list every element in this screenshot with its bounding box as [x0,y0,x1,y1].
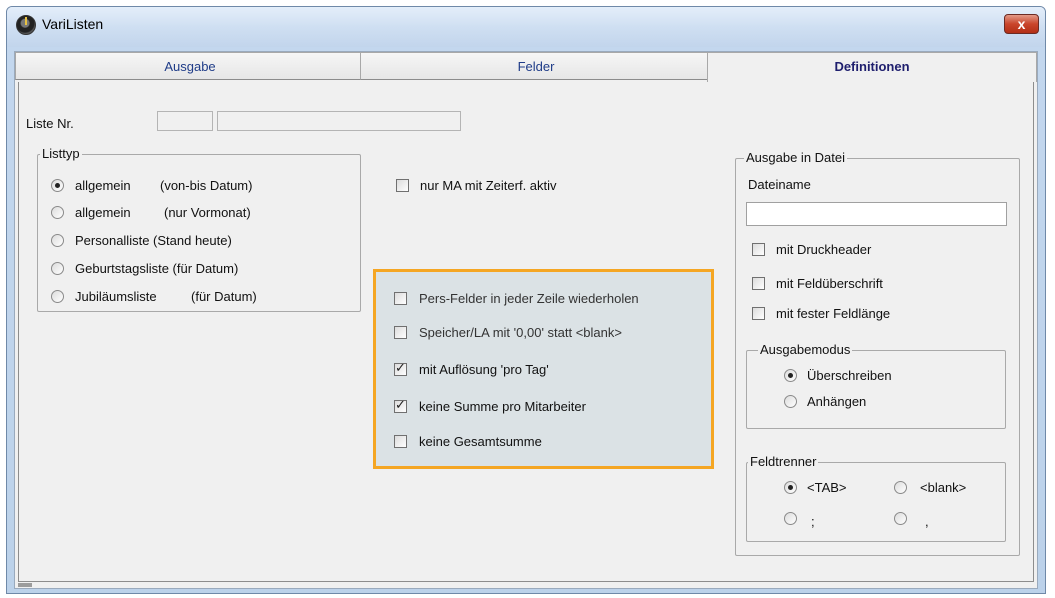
window-title: VariListen [42,16,104,32]
listtyp-radio-geburtstagsliste[interactable] [51,262,64,275]
keine-gesamtsumme-checkbox[interactable] [394,435,407,448]
listtyp-option-label: allgemein [75,205,131,220]
pers-felder-checkbox[interactable] [394,292,407,305]
close-button[interactable]: x [1004,14,1039,34]
druckheader-checkbox[interactable] [752,243,765,256]
feldtrenner-radio-comma[interactable] [894,512,907,525]
feldueberschrift-label: mit Feldüberschrift [776,276,883,291]
feldtrenner-radio-tab[interactable] [784,481,797,494]
listtyp-radio-allgemein-von-bis[interactable] [51,179,64,192]
feste-feldlaenge-label: mit fester Feldlänge [776,306,891,321]
ausgabemodus-option-label: Überschreiben [807,368,892,383]
listtyp-option-label: Geburtstagsliste (für Datum) [75,261,239,276]
option-label: Pers-Felder in jeder Zeile wiederholen [419,291,639,306]
tab-ausgabe[interactable]: Ausgabe [15,52,365,80]
nur-ma-label: nur MA mit Zeiterf. aktiv [420,178,557,193]
liste-nr-label: Liste Nr. [26,116,74,131]
listtyp-option-label: Jubiläumsliste [75,289,157,304]
listtyp-option-hint: (für Datum) [191,289,257,304]
close-icon: x [1017,16,1026,32]
ausgabemodus-legend: Ausgabemodus [758,342,853,357]
title-bar[interactable] [7,7,1045,47]
listtyp-radio-personalliste[interactable] [51,234,64,247]
feldtrenner-group [746,462,1006,542]
listtyp-option-label: allgemein [75,178,131,193]
feldtrenner-radio-semicolon[interactable] [784,512,797,525]
feldueberschrift-checkbox[interactable] [752,277,765,290]
ausgabemodus-radio-anhaengen[interactable] [784,395,797,408]
keine-summe-pro-ma-checkbox[interactable] [394,398,407,413]
listtyp-option-hint: (nur Vormonat) [164,205,251,220]
dateiname-label: Dateiname [748,177,811,192]
feldtrenner-option-label: <TAB> [807,480,847,495]
listtyp-radio-allgemein-vormonat[interactable] [51,206,64,219]
listtyp-legend: Listtyp [40,146,82,161]
druckheader-label: mit Druckheader [776,242,872,257]
tab-bar: Ausgabe Felder Definitionen [15,52,1037,82]
feldtrenner-option-label: ; [811,514,815,529]
aufloesung-pro-tag-checkbox[interactable] [394,361,407,376]
feste-feldlaenge-checkbox[interactable] [752,307,765,320]
option-label: Speicher/LA mit '0,00' statt <blank> [419,325,622,340]
nur-ma-checkbox[interactable] [396,179,409,192]
listtyp-option-hint: (von-bis Datum) [160,178,253,193]
dateiname-input[interactable] [746,202,1007,226]
feldtrenner-legend: Feldtrenner [748,454,819,469]
liste-name-field[interactable] [217,111,461,131]
speicher-la-checkbox[interactable] [394,326,407,339]
feldtrenner-option-label: <blank> [920,480,967,495]
ausgabemodus-option-label: Anhängen [807,394,867,409]
liste-nr-field[interactable] [157,111,213,131]
option-label: keine Summe pro Mitarbeiter [419,399,586,414]
ausgabemodus-radio-ueberschreiben[interactable] [784,369,797,382]
feldtrenner-option-label: , [925,514,929,529]
tab-felder[interactable]: Felder [360,52,712,80]
ausgabemodus-group [746,350,1006,429]
option-label: mit Auflösung 'pro Tag' [419,362,549,377]
ausgabe-in-datei-legend: Ausgabe in Datei [744,150,848,165]
option-label: keine Gesamtsumme [419,434,542,449]
app-clock-icon [16,15,36,35]
listtyp-option-label: Personalliste (Stand heute) [75,233,232,248]
listtyp-radio-jubilaeumsliste[interactable] [51,290,64,303]
scrollbar-stub[interactable] [18,583,32,587]
tab-definitionen[interactable]: Definitionen [707,52,1037,82]
feldtrenner-radio-blank[interactable] [894,481,907,494]
